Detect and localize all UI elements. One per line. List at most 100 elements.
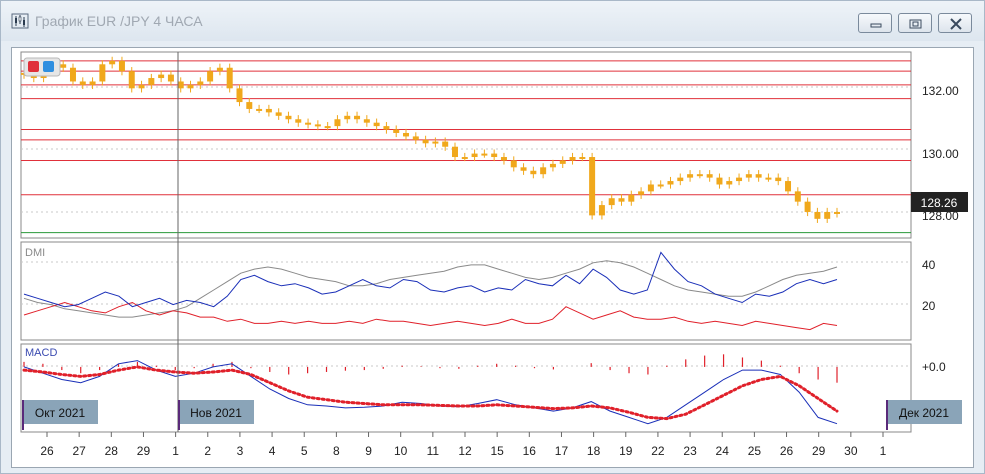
candle-body	[618, 198, 625, 202]
dmi-panel[interactable]	[20, 241, 912, 341]
candle-body	[275, 112, 282, 116]
x-tick-label: 1	[172, 444, 179, 458]
candle-body	[334, 119, 341, 127]
chart-window: График EUR /JPY 4 ЧАСА DMI MACD 132.00 1…	[0, 0, 985, 474]
month-label-oct: Окт 2021	[35, 406, 86, 420]
x-tick-label: 3	[237, 444, 244, 458]
candle-body	[667, 181, 674, 185]
candle-body	[403, 132, 410, 137]
candle-body	[834, 211, 840, 214]
x-tick-label: 8	[333, 444, 340, 458]
candle-body	[451, 146, 458, 158]
x-tick-label: 16	[523, 444, 537, 458]
chart-canvas[interactable]: DMI MACD 132.00 130.00 128.00 40 20 +0.0…	[12, 48, 973, 467]
candle-body	[69, 67, 76, 82]
x-tick-label: 22	[651, 444, 665, 458]
price-tick-132: 132.00	[922, 84, 959, 98]
candle-body	[549, 163, 556, 168]
candle-body	[177, 81, 184, 89]
candle-body	[89, 81, 96, 85]
candle-body	[608, 198, 615, 206]
candle-body	[118, 60, 125, 72]
candle-body	[510, 160, 517, 168]
candle-body	[804, 201, 811, 212]
candle-body	[471, 153, 478, 158]
window-title: График EUR /JPY 4 ЧАСА	[35, 13, 203, 29]
candle-body	[148, 78, 155, 85]
macd-panel[interactable]	[20, 343, 912, 433]
candle-body	[99, 64, 106, 82]
macd-tick-zero: +0.0	[922, 360, 946, 374]
candle-body	[236, 88, 243, 103]
candle-body	[187, 84, 194, 89]
x-tick-label: 2	[204, 444, 211, 458]
candle-body	[491, 153, 498, 158]
x-tick-label: 15	[490, 444, 504, 458]
x-tick-label: 12	[458, 444, 472, 458]
candle-body	[579, 157, 586, 160]
x-tick-label: 29	[137, 444, 151, 458]
x-tick-label: 27	[72, 444, 86, 458]
x-tick-label: 30	[844, 444, 858, 458]
indicator-toggles[interactable]	[23, 57, 61, 77]
candle-body	[687, 174, 694, 178]
minimize-icon	[870, 23, 882, 28]
candle-body	[598, 205, 605, 216]
candle-body	[246, 102, 253, 109]
chart-area[interactable]: DMI MACD 132.00 130.00 128.00 40 20 +0.0…	[11, 47, 974, 468]
candle-body	[461, 157, 468, 160]
month-label-nov: Нов 2021	[190, 406, 242, 420]
x-tick-label: 29	[812, 444, 826, 458]
candle-body	[726, 181, 733, 185]
candle-body	[736, 177, 743, 182]
current-price-label: 128.26	[921, 196, 958, 210]
candle-body	[363, 119, 370, 123]
x-tick-label: 9	[365, 444, 372, 458]
close-icon	[950, 18, 962, 30]
candle-body	[677, 177, 684, 182]
x-tick-label: 26	[780, 444, 794, 458]
candle-body	[265, 108, 272, 113]
x-tick-label: 11	[427, 444, 440, 458]
candle-body	[628, 194, 635, 202]
candle-body	[716, 177, 723, 185]
x-tick-label: 10	[394, 444, 408, 458]
candle-body	[559, 160, 566, 164]
candle-body	[814, 211, 821, 219]
dmi-tick-20: 20	[922, 299, 936, 313]
candle-body	[481, 153, 488, 156]
candle-body	[167, 74, 174, 82]
candle-body	[589, 157, 596, 216]
candle-body	[824, 211, 831, 219]
minimize-button[interactable]	[858, 13, 892, 33]
blue-toggle-icon[interactable]	[43, 61, 54, 72]
candle-body	[324, 126, 331, 129]
candle-body	[657, 184, 664, 187]
x-tick-label: 1	[880, 444, 887, 458]
candle-body	[540, 167, 547, 175]
candle-body	[442, 141, 449, 147]
candle-body	[295, 119, 302, 123]
candle-body	[530, 170, 537, 175]
candle-body	[354, 115, 361, 120]
price-panel[interactable]	[20, 51, 912, 239]
x-axis: 26 27 28 29 1 2 3 4 5 8 9 10 11 12 15 16 17 18 19 22 23 24 25 2…	[40, 432, 887, 458]
candle-body	[696, 174, 703, 177]
candle-body	[647, 184, 654, 192]
candle-body	[314, 124, 321, 127]
title-bar[interactable]: График EUR /JPY 4 ЧАСА	[1, 1, 984, 41]
candle-body	[109, 60, 116, 65]
candle-body	[285, 115, 292, 120]
price-tick-130: 130.00	[922, 147, 959, 161]
red-toggle-icon[interactable]	[28, 61, 39, 72]
x-tick-label: 23	[683, 444, 697, 458]
x-tick-label: 17	[555, 444, 569, 458]
candle-body	[138, 84, 145, 89]
month-label-dec: Дек 2021	[899, 406, 949, 420]
maximize-button[interactable]	[898, 13, 932, 33]
close-button[interactable]	[938, 13, 972, 33]
candle-body	[422, 139, 429, 144]
x-tick-label: 4	[269, 444, 276, 458]
candle-body	[794, 191, 801, 202]
x-tick-label: 25	[748, 444, 762, 458]
